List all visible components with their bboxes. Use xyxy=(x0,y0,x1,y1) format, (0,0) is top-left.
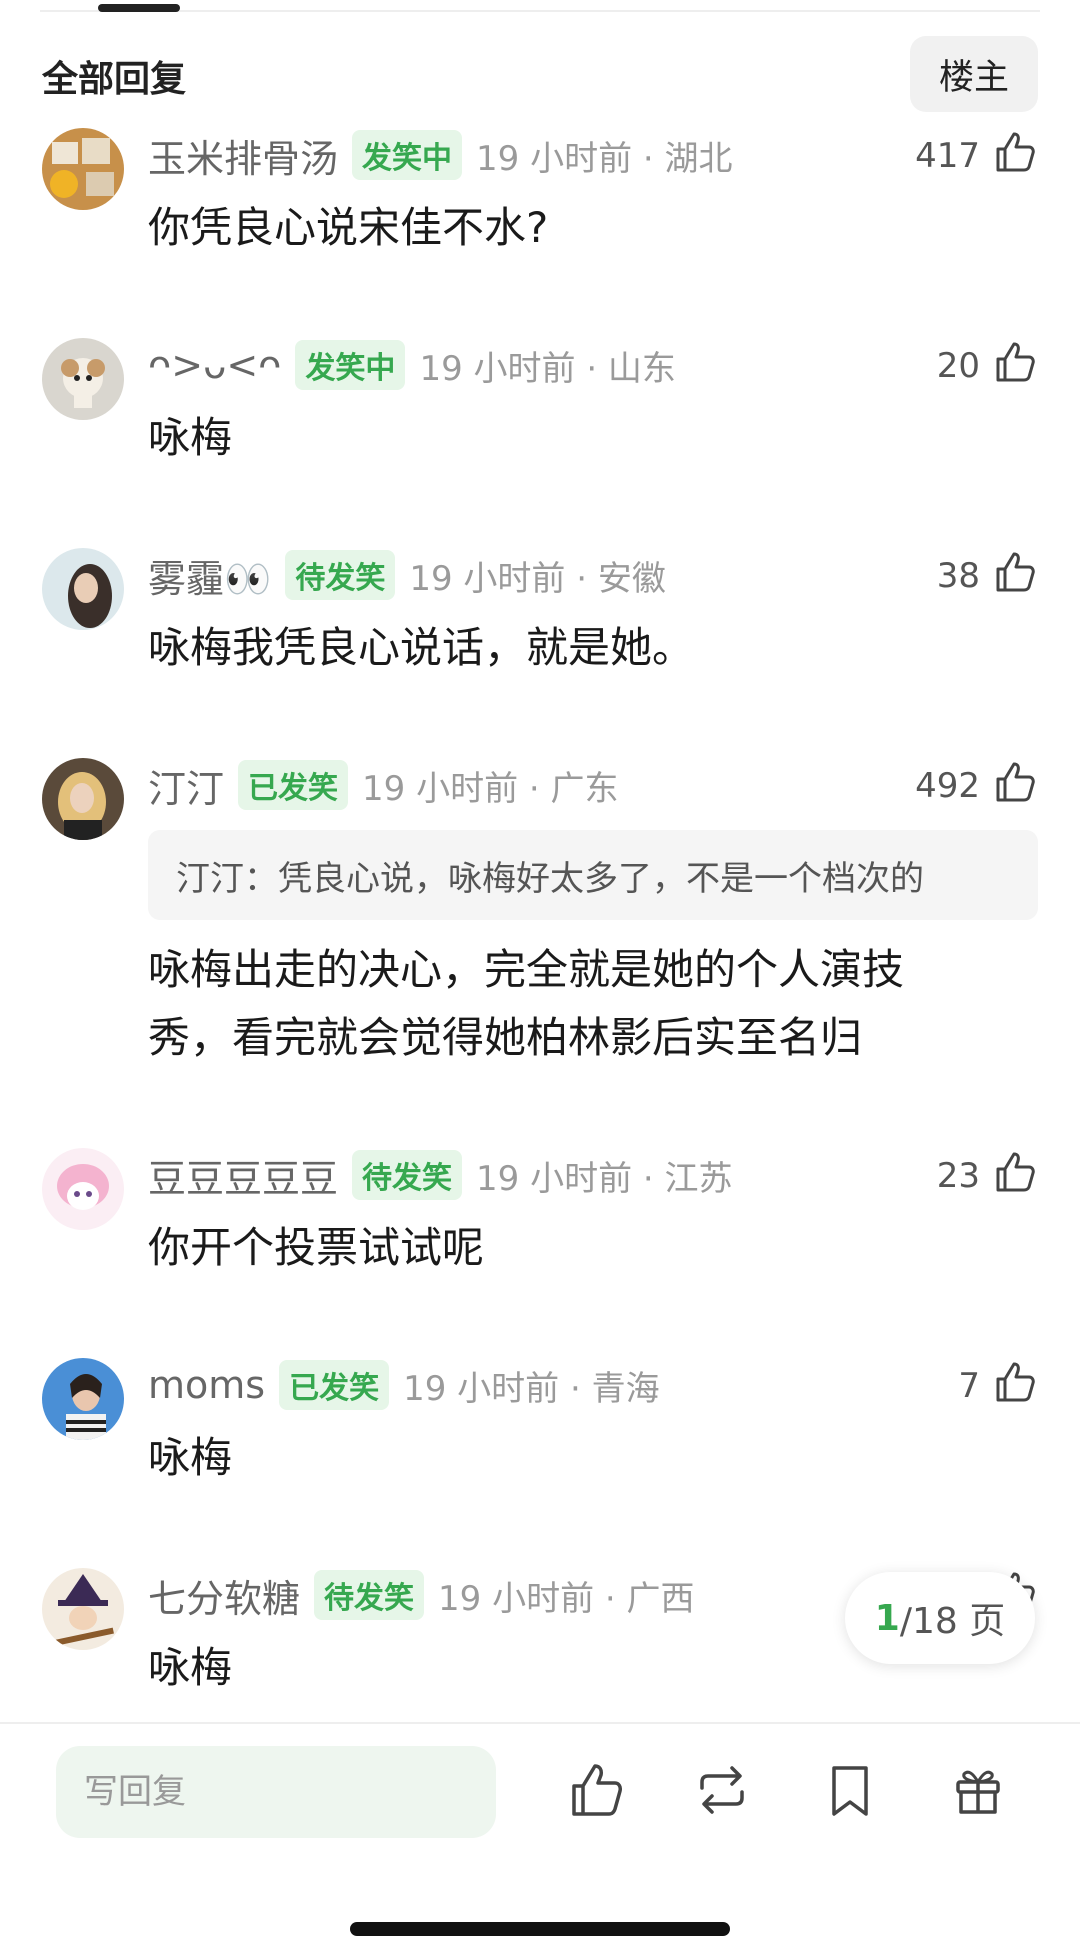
like-count: 38 xyxy=(936,556,980,596)
comment-meta: 19 小时前 · 广西 xyxy=(438,1578,695,1619)
avatar[interactable] xyxy=(42,758,124,840)
comment-header: 七分软糖 待发笑 19 小时前 · 广西 xyxy=(148,1568,695,1622)
username[interactable]: moms xyxy=(148,1363,265,1407)
tab-indicator xyxy=(98,4,180,12)
username[interactable]: 雾霾👀 xyxy=(148,548,271,603)
thumbs-up-icon[interactable] xyxy=(990,548,1038,596)
avatar[interactable] xyxy=(42,128,124,210)
status-badge: 待发笑 xyxy=(285,550,396,600)
comment-text: 咏梅我凭良心说话，就是她。 xyxy=(148,623,695,672)
comment-text: 你开个投票试试呢 xyxy=(148,1223,485,1272)
thumbs-up-icon[interactable] xyxy=(990,758,1038,806)
reply-input[interactable] xyxy=(56,1746,496,1838)
bookmark-icon[interactable] xyxy=(820,1760,880,1820)
bottom-action-bar xyxy=(0,1722,1080,1956)
page-title: 全部回复 xyxy=(42,59,187,100)
quoted-reply[interactable]: 汀汀：凭良心说，咏梅好太多了，不是一个档次的 xyxy=(148,830,1038,920)
owner-filter-button[interactable]: 楼主 xyxy=(910,36,1038,112)
thumbs-up-icon[interactable] xyxy=(990,1358,1038,1406)
thumbs-up-icon[interactable] xyxy=(990,338,1038,386)
comment-meta: 19 小时前 · 江苏 xyxy=(476,1158,733,1199)
comment-meta: 19 小时前 · 青海 xyxy=(403,1368,660,1409)
status-badge: 发笑中 xyxy=(295,340,406,390)
status-badge: 已发笑 xyxy=(238,760,349,810)
username[interactable]: 豆豆豆豆豆 xyxy=(148,1148,338,1203)
repost-icon[interactable] xyxy=(692,1760,752,1820)
comment-text: 咏梅 xyxy=(148,1433,233,1482)
like-count: 23 xyxy=(936,1156,980,1196)
comment-text-line: 咏梅出走的决心，完全就是她的个人演技 xyxy=(148,945,905,994)
like-count: 20 xyxy=(936,346,980,386)
status-badge: 待发笑 xyxy=(314,1570,425,1620)
avatar[interactable] xyxy=(42,1358,124,1440)
comment-header: 雾霾👀 待发笑 19 小时前 · 安徽 xyxy=(148,548,666,602)
comment-header: moms 已发笑 19 小时前 · 青海 xyxy=(148,1358,660,1412)
avatar[interactable] xyxy=(42,548,124,630)
home-indicator xyxy=(350,1922,730,1936)
comment-header: ᴖ>ᴗ<ᴖ 发笑中 19 小时前 · 山东 xyxy=(148,338,676,392)
username[interactable]: 七分软糖 xyxy=(148,1568,300,1623)
comment-header: 豆豆豆豆豆 待发笑 19 小时前 · 江苏 xyxy=(148,1148,733,1202)
like-count: 417 xyxy=(915,136,980,176)
pagination-indicator[interactable]: 1 /18 页 xyxy=(845,1572,1035,1664)
comment-text: 你凭良心说宋佳不水? xyxy=(148,203,549,252)
like-icon[interactable] xyxy=(566,1760,626,1820)
gift-icon[interactable] xyxy=(948,1760,1008,1820)
like-count: 492 xyxy=(915,766,980,806)
status-badge: 发笑中 xyxy=(352,130,463,180)
avatar[interactable] xyxy=(42,1568,124,1650)
total-pages: /18 页 xyxy=(899,1601,1006,1642)
avatar[interactable] xyxy=(42,338,124,420)
avatar[interactable] xyxy=(42,1148,124,1230)
comment-header: 汀汀 已发笑 19 小时前 · 广东 xyxy=(148,758,619,812)
comment-meta: 19 小时前 · 山东 xyxy=(419,348,676,389)
comment-text: 咏梅出走的决心，完全就是她的个人演技 秀，看完就会觉得她柏林影后实至名归 xyxy=(148,936,998,1072)
username[interactable]: 汀汀 xyxy=(148,758,224,813)
comment-text: 咏梅 xyxy=(148,413,233,462)
username[interactable]: ᴖ>ᴗ<ᴖ xyxy=(148,343,281,387)
replies-header: 全部回复 楼主 xyxy=(0,30,1080,120)
comment-meta: 19 小时前 · 广东 xyxy=(362,768,619,809)
comment-text-line: 秀，看完就会觉得她柏林影后实至名归 xyxy=(148,1013,863,1062)
comment-meta: 19 小时前 · 安徽 xyxy=(409,558,666,599)
username[interactable]: 玉米排骨汤 xyxy=(148,128,338,183)
comment-meta: 19 小时前 · 湖北 xyxy=(476,138,733,179)
top-divider xyxy=(40,10,1040,12)
status-badge: 待发笑 xyxy=(352,1150,463,1200)
like-count: 7 xyxy=(958,1366,980,1406)
comment-header: 玉米排骨汤 发笑中 19 小时前 · 湖北 xyxy=(148,128,733,182)
thumbs-up-icon[interactable] xyxy=(990,128,1038,176)
thumbs-up-icon[interactable] xyxy=(990,1148,1038,1196)
status-badge: 已发笑 xyxy=(279,1360,390,1410)
current-page: 1 xyxy=(874,1597,900,1639)
